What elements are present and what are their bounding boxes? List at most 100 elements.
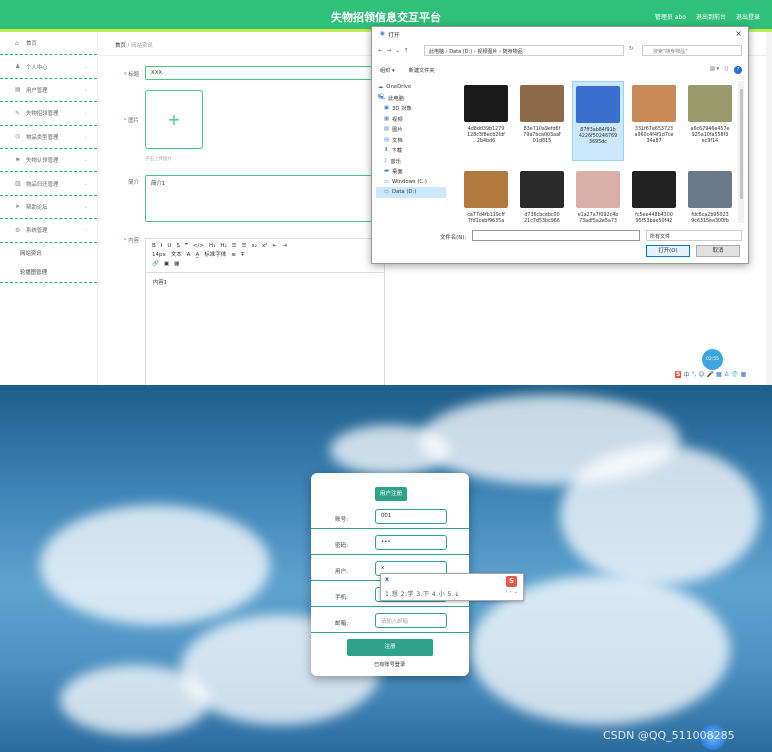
nav-tree-item[interactable]: ⬇ 下载 <box>376 145 446 156</box>
editor-tool-button[interactable]: ⇤ <box>272 243 277 249</box>
sidebar-item[interactable]: ♟ 个人中心 ⌄ <box>0 55 97 79</box>
editor-tool-button[interactable]: 文本 <box>171 252 182 258</box>
file-thumbnail[interactable]: fdc6ca2b95023 9c6315ea300fb <box>684 167 736 223</box>
register-button[interactable]: 注册 <box>347 639 433 656</box>
ime-toolbar-icon[interactable]: ▦ <box>716 371 722 378</box>
sidebar-item[interactable]: ⌂ 首页 <box>0 32 97 56</box>
editor-tool-button[interactable]: ☰ <box>232 243 237 249</box>
field-input[interactable]: 请输入邮箱 <box>375 613 447 628</box>
editor-tool-button[interactable]: S <box>176 243 180 249</box>
back-icon[interactable]: ← <box>378 48 383 54</box>
file-thumbnail[interactable]: 4d8dd39b1279 128c3f8ecb2fdf 2b4bd6 <box>460 81 512 161</box>
editor-tool-button[interactable]: </> <box>193 243 204 249</box>
new-folder-button[interactable]: 新建文件夹 <box>409 67 435 74</box>
ime-toolbar-icon[interactable]: ♙ <box>724 371 729 378</box>
sidebar-item[interactable]: ➤ 帮助论坛 ⌄ <box>0 196 97 220</box>
path-segment[interactable]: Data (D:) <box>449 49 472 55</box>
ime-toolbar-icon[interactable]: 👕 <box>731 371 738 378</box>
nav-tree-item[interactable]: ▬ 桌面 <box>376 166 446 177</box>
filename-input[interactable] <box>472 230 640 241</box>
ime-toolbar-icon[interactable]: 中 <box>683 370 689 379</box>
file-thumbnail[interactable]: d736cbcebc00 21c7d53bc966 <box>516 167 568 223</box>
logout-link[interactable]: 退出登录 <box>736 12 760 21</box>
sidebar-item[interactable]: ▥ 物品归还管理 ⌄ <box>0 172 97 196</box>
nav-tree-item[interactable]: ▭ Data (D:) <box>376 187 446 198</box>
file-thumbnail[interactable]: fc5ee448b4300 95f53bae50f42 <box>628 167 680 223</box>
editor-tool-button[interactable]: T̶ <box>241 252 244 258</box>
nav-tree-item[interactable]: ▣ 3D 对象 <box>376 103 446 114</box>
up-icon[interactable]: ↑ <box>404 48 409 54</box>
editor-tool-button[interactable]: 🔗 <box>152 261 159 267</box>
login-link[interactable]: 已有账号登录 <box>374 661 405 668</box>
editor-tool-button[interactable]: A̲ <box>196 252 200 258</box>
ime-toolbar-icon[interactable]: ▦ <box>741 371 747 378</box>
page-scrollbar[interactable] <box>766 32 772 385</box>
back-to-frontend-link[interactable]: 退出到前台 <box>696 12 726 21</box>
path-segment[interactable]: 随身物品 <box>503 49 523 55</box>
ime-toolbar-icon[interactable]: 🎤 <box>707 371 714 378</box>
organize-menu[interactable]: 组织 ▾ <box>380 67 395 74</box>
editor-tool-button[interactable]: ❞ <box>185 243 188 249</box>
sidebar-subitem[interactable]: 轮播图管理 <box>0 263 97 283</box>
cancel-button[interactable]: 取消 <box>696 245 740 257</box>
sidebar-item[interactable]: ⚙ 系统管理 ⌄ <box>0 219 97 243</box>
image-upload-button[interactable]: + <box>145 90 203 149</box>
nav-tree-item[interactable]: ▨ 图片 <box>376 124 446 135</box>
sidebar-item[interactable]: ✎ 失物招领管理 ⌄ <box>0 102 97 126</box>
editor-tool-button[interactable]: I <box>161 243 163 249</box>
ime-toolbar[interactable]: S 中 °, ☺ 🎤 ▦ ♙ 👕 ▦ <box>675 368 772 380</box>
ime-toolbar-icon[interactable]: S <box>675 370 682 378</box>
sidebar-item[interactable]: ◎ 物品类型管理 ⌄ <box>0 126 97 149</box>
file-thumbnail[interactable]: 87ff3ab84f91b 4226f50246769 3695dc <box>572 81 624 161</box>
path-bar[interactable]: 此电脑 › Data (D:) › 视频图片 › 随身物品 <box>424 45 624 56</box>
editor-tool-button[interactable]: 标准字体 <box>204 252 226 258</box>
file-grid-scrollbar[interactable] <box>738 81 744 223</box>
sidebar-subitem[interactable]: 网站资讯 <box>0 243 97 263</box>
editor-tool-button[interactable]: A <box>187 252 191 258</box>
ime-toolbar-icon[interactable]: °, <box>691 371 696 378</box>
search-input[interactable]: 搜索"随身物品" <box>642 45 742 56</box>
field-input[interactable]: ••• <box>375 535 447 550</box>
editor-tool-button[interactable]: ≡ <box>231 252 236 258</box>
close-icon[interactable]: × <box>735 29 742 38</box>
ime-candidates[interactable]: 1.想 2.学 3.下 4.小 5.↓ <box>385 589 460 598</box>
nav-tree-item[interactable]: ☁ OneDrive <box>376 82 446 93</box>
view-icon[interactable]: ▤ ▾ <box>710 66 719 74</box>
editor-tool-button[interactable]: 14px <box>152 252 166 258</box>
ime-page-arrows[interactable]: ‹ › ⌄ <box>505 589 518 595</box>
file-thumbnail[interactable]: 83e710a9efd6f 79a7bca003aaf 01d815 <box>516 81 568 161</box>
sidebar-item[interactable]: ⚑ 失物认领管理 ⌄ <box>0 149 97 173</box>
nav-tree-item[interactable]: ▤ 文档 <box>376 135 446 146</box>
refresh-icon[interactable]: ↻ <box>629 46 634 52</box>
sidebar-item[interactable]: ▤ 用户管理 ⌄ <box>0 79 97 103</box>
title-input[interactable]: XXX <box>145 66 385 80</box>
editor-tool-button[interactable]: ⇥ <box>282 243 287 249</box>
editor-tool-button[interactable]: B <box>152 243 156 249</box>
editor-tool-button[interactable]: H₁ <box>209 243 215 249</box>
intro-textarea[interactable]: 简介1 <box>145 175 385 222</box>
help-icon[interactable]: ? <box>734 66 742 74</box>
file-thumbnail[interactable]: 331f67e653723 a960c4f4f1d7ce 34a87 <box>628 81 680 161</box>
editor-tool-button[interactable]: ▦ <box>174 261 179 267</box>
nav-tree-item[interactable]: ♪ 音乐 <box>376 156 446 167</box>
editor-content[interactable]: 内容1 <box>146 273 384 291</box>
editor-tool-button[interactable]: U <box>167 243 171 249</box>
field-input[interactable]: 001 <box>375 509 447 524</box>
file-thumbnail[interactable]: ca77d4fb119cff 7fd1cebf9635a <box>460 167 512 223</box>
path-segment[interactable]: 此电脑 <box>429 49 444 55</box>
chevron-down-icon[interactable]: ⌄ <box>395 48 400 54</box>
path-segment[interactable]: 视频图片 <box>477 49 497 55</box>
breadcrumb-home[interactable]: 首页 <box>115 43 126 49</box>
editor-tool-button[interactable]: x² <box>262 243 267 249</box>
file-thumbnail[interactable]: e1a27a7f092c4b 73adf5a2e5a73 <box>572 167 624 223</box>
editor-tool-button[interactable]: H₂ <box>220 243 226 249</box>
open-button[interactable]: 打开(O) <box>646 245 690 257</box>
editor-tool-button[interactable]: ☰ <box>242 243 247 249</box>
nav-tree-item[interactable]: 🖳 此电脑 <box>376 93 446 104</box>
preview-pane-icon[interactable]: ▯ <box>725 66 728 74</box>
ime-toolbar-icon[interactable]: ☺ <box>698 371 704 378</box>
nav-tree-item[interactable]: ▭ Windows (C:) <box>376 177 446 188</box>
forward-icon[interactable]: → <box>387 48 392 54</box>
editor-tool-button[interactable]: ▣ <box>164 261 169 267</box>
filetype-select[interactable]: 所有文件 <box>646 230 742 241</box>
